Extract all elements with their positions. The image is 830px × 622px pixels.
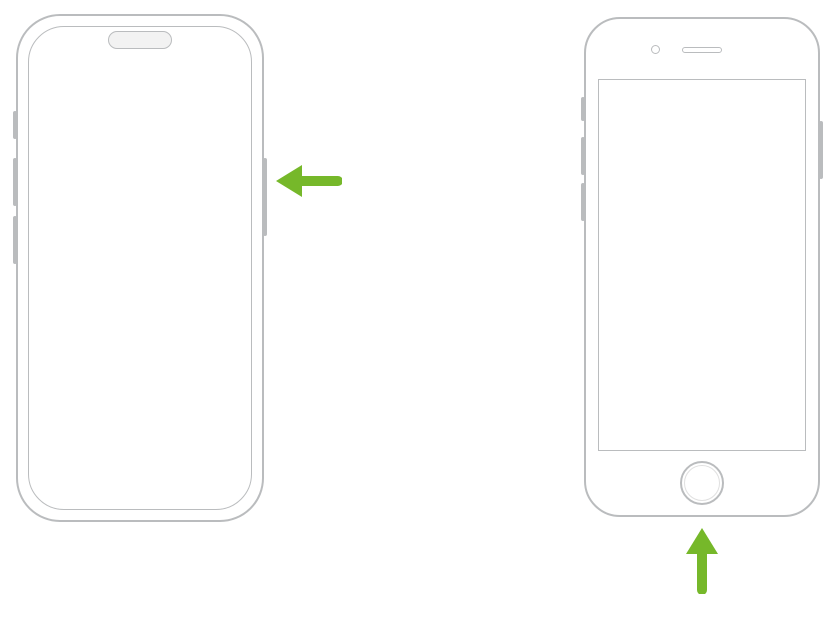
iphone-modern-screen bbox=[28, 26, 252, 510]
arrow-home-button-icon bbox=[677, 524, 727, 594]
iphone-classic-screen bbox=[598, 79, 806, 451]
dynamic-island-icon bbox=[108, 31, 172, 49]
speaker-icon bbox=[682, 47, 722, 53]
front-camera-icon bbox=[651, 45, 660, 54]
iphone-modern bbox=[16, 14, 264, 522]
volume-down-button bbox=[581, 183, 585, 221]
volume-up-button bbox=[581, 137, 585, 175]
volume-down-button bbox=[13, 216, 17, 264]
mute-switch bbox=[581, 97, 585, 121]
mute-switch bbox=[13, 111, 17, 139]
arrow-head bbox=[276, 165, 302, 197]
arrow-head bbox=[686, 528, 718, 554]
volume-up-button bbox=[13, 158, 17, 206]
iphone-classic bbox=[584, 17, 820, 517]
diagram-canvas bbox=[0, 0, 830, 622]
home-button bbox=[680, 461, 724, 505]
arrow-side-button-icon bbox=[272, 156, 342, 206]
side-button bbox=[819, 121, 823, 179]
side-button bbox=[263, 158, 267, 236]
